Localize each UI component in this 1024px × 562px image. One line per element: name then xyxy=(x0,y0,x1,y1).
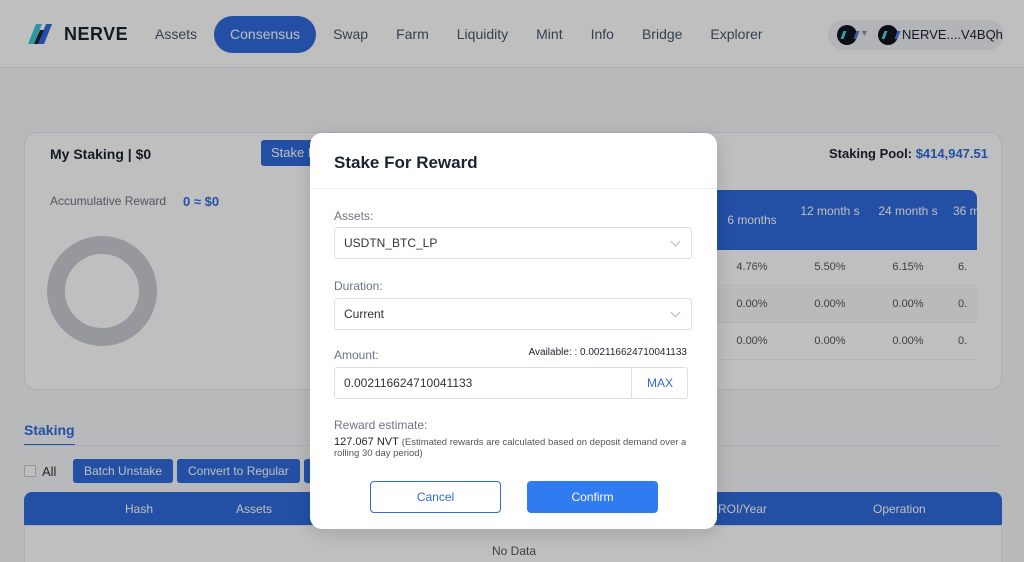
max-button[interactable]: MAX xyxy=(631,368,688,398)
stake-modal: Stake For Reward Assets: USDTN_BTC_LP Du… xyxy=(310,133,717,529)
reward-estimate-label: Reward estimate: xyxy=(334,418,428,432)
duration-value: Current xyxy=(344,307,385,321)
amount-input[interactable]: 0.002116624710041133 MAX xyxy=(334,367,688,399)
amount-label: Amount: xyxy=(334,348,379,362)
reward-estimate-value: 127.067 NVT xyxy=(334,436,399,448)
modal-divider xyxy=(310,188,717,189)
cancel-button[interactable]: Cancel xyxy=(370,481,501,513)
available-balance: Available: : 0.002116624710041133 xyxy=(528,347,687,358)
chevron-down-icon xyxy=(670,307,681,318)
confirm-button[interactable]: Confirm xyxy=(527,481,658,513)
assets-value: USDTN_BTC_LP xyxy=(344,236,438,250)
assets-label: Assets: xyxy=(334,209,374,223)
duration-label: Duration: xyxy=(334,279,383,293)
duration-select[interactable]: Current xyxy=(334,298,692,330)
amount-value[interactable]: 0.002116624710041133 xyxy=(344,376,472,390)
chevron-down-icon xyxy=(670,236,681,247)
modal-title: Stake For Reward xyxy=(334,153,478,172)
reward-estimate: 127.067 NVT (Estimated rewards are calcu… xyxy=(334,436,694,460)
assets-select[interactable]: USDTN_BTC_LP xyxy=(334,227,692,259)
